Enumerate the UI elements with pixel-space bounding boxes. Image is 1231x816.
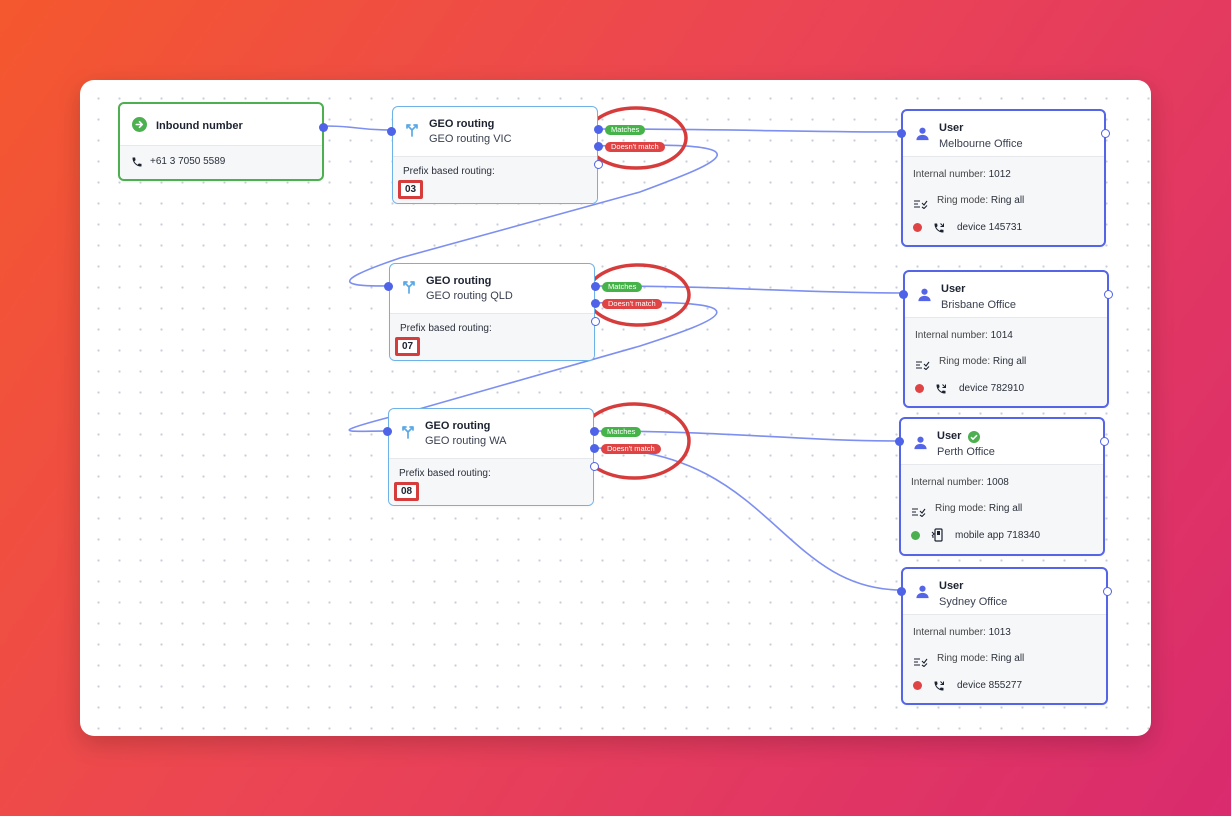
geo-routing-node-qld[interactable]: GEO routing GEO routing QLD Prefix based… (384, 263, 662, 361)
geo-name: GEO routing QLD (426, 290, 513, 302)
geo-title: GEO routing (425, 420, 491, 432)
user-input-port[interactable] (895, 437, 904, 446)
user-icon (915, 584, 930, 604)
flow-canvas[interactable]: Inbound number +61 3 7050 5589 GEO routi… (80, 80, 1151, 736)
prefix-label: Prefix based routing: (399, 468, 491, 479)
split-route-icon (401, 278, 417, 299)
user-input-port[interactable] (897, 129, 906, 138)
matches-badge: Matches (601, 427, 642, 437)
ring-mode: Ring mode: Ring all (935, 503, 1023, 514)
geo-title: GEO routing (429, 118, 495, 130)
user-input-port[interactable] (897, 587, 906, 596)
doesnt-match-badge: Doesn't match (605, 142, 665, 152)
geo-routing-node-vic[interactable]: GEO routing GEO routing VIC Prefix based… (387, 106, 665, 204)
phone-forward-icon (933, 221, 945, 239)
ring-mode-icon (911, 504, 926, 522)
user-icon (917, 287, 932, 307)
matches-badge: Matches (605, 125, 646, 135)
user-name: Perth Office (937, 446, 995, 458)
user-name: Brisbane Office (941, 299, 1017, 311)
highlight-ellipse-qld (585, 263, 691, 327)
phone-forward-icon (933, 679, 945, 697)
mobile-app-icon (931, 528, 945, 547)
geo-input-port[interactable] (383, 427, 392, 436)
user-name: Melbourne Office (939, 138, 1023, 150)
inbound-phone-number: +61 3 7050 5589 (150, 156, 226, 167)
user-output-port[interactable] (1104, 290, 1113, 299)
device-label: device 855277 (957, 680, 1023, 691)
internal-number: Internal number: 1014 (915, 330, 1013, 341)
geo-input-port[interactable] (384, 282, 393, 291)
split-route-icon (400, 423, 416, 444)
output-port-empty[interactable] (590, 462, 599, 471)
doesnt-match-badge: Doesn't match (602, 299, 662, 309)
inbound-output-port[interactable] (319, 123, 328, 132)
device-status-dot (911, 531, 920, 540)
output-port-empty[interactable] (591, 317, 600, 326)
device-label: device 145731 (957, 222, 1023, 233)
ring-mode-icon (915, 357, 930, 375)
user-title: User (939, 580, 964, 592)
user-title: User (937, 430, 962, 442)
internal-number: Internal number: 1013 (913, 627, 1011, 638)
inbound-title: Inbound number (156, 120, 243, 132)
highlight-ellipse-vic (584, 106, 688, 170)
user-node-sydney[interactable]: User Sydney Office Internal number: 1013… (897, 567, 1112, 705)
user-node-perth[interactable]: User Perth Office Internal number: 1008 … (895, 417, 1109, 556)
user-output-port[interactable] (1101, 129, 1110, 138)
prefix-label: Prefix based routing: (403, 166, 495, 177)
user-icon (915, 126, 930, 146)
device-status-dot (915, 384, 924, 393)
user-title: User (939, 122, 964, 134)
user-title: User (941, 283, 966, 295)
wire-wa-sydney (592, 447, 903, 591)
prefix-label: Prefix based routing: (400, 323, 492, 334)
doesnt-match-badge: Doesn't match (601, 444, 661, 454)
user-node-brisbane[interactable]: User Brisbane Office Internal number: 10… (899, 270, 1113, 408)
inbound-number-node[interactable]: Inbound number +61 3 7050 5589 (118, 102, 328, 181)
geo-title: GEO routing (426, 275, 492, 287)
doesnt-match-port[interactable] (591, 299, 600, 308)
ring-mode-icon (913, 654, 928, 672)
ring-mode: Ring mode: Ring all (937, 653, 1025, 664)
device-status-dot (913, 681, 922, 690)
doesnt-match-port[interactable] (594, 142, 603, 151)
arrow-right-circle-icon (132, 117, 147, 137)
geo-name: GEO routing WA (425, 435, 507, 447)
matches-badge: Matches (602, 282, 643, 292)
internal-number: Internal number: 1008 (911, 477, 1009, 488)
device-label: mobile app 718340 (955, 530, 1041, 541)
split-route-icon (404, 121, 420, 142)
prefix-code: 08 (394, 482, 420, 501)
user-icon (913, 435, 928, 455)
ring-mode: Ring mode: Ring all (939, 356, 1027, 367)
user-input-port[interactable] (899, 290, 908, 299)
prefix-code: 03 (398, 180, 424, 199)
device-label: device 782910 (959, 383, 1025, 394)
doesnt-match-port[interactable] (590, 444, 599, 453)
user-output-port[interactable] (1100, 437, 1109, 446)
phone-icon (131, 155, 143, 173)
wire-inbound-vic (322, 125, 393, 131)
matches-port[interactable] (594, 125, 603, 134)
geo-input-port[interactable] (387, 127, 396, 136)
device-status-dot (913, 223, 922, 232)
output-port-empty[interactable] (594, 160, 603, 169)
prefix-code: 07 (395, 337, 421, 356)
ring-mode-icon (913, 196, 928, 214)
matches-port[interactable] (591, 282, 600, 291)
phone-forward-icon (935, 382, 947, 400)
user-node-melbourne[interactable]: User Melbourne Office Internal number: 1… (897, 109, 1110, 247)
geo-routing-node-wa[interactable]: GEO routing GEO routing WA Prefix based … (383, 408, 661, 506)
ring-mode: Ring mode: Ring all (937, 195, 1025, 206)
internal-number: Internal number: 1012 (913, 169, 1011, 180)
user-output-port[interactable] (1103, 587, 1112, 596)
user-name: Sydney Office (939, 596, 1008, 608)
matches-port[interactable] (590, 427, 599, 436)
geo-name: GEO routing VIC (429, 133, 512, 145)
